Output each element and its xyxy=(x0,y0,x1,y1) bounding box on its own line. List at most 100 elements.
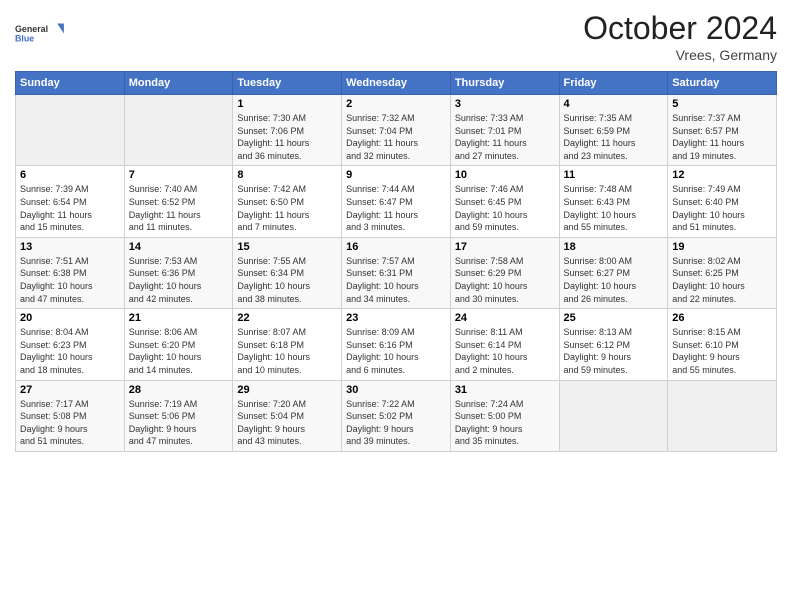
calendar-cell: 14Sunrise: 7:53 AM Sunset: 6:36 PM Dayli… xyxy=(124,237,233,308)
calendar-cell: 22 Sunrise: 8:07 AM Sunset: 6:18 PM Dayli… xyxy=(233,309,342,380)
day-number: 29 xyxy=(237,384,337,396)
day-header-monday: Monday xyxy=(124,72,233,95)
day-detail: Sunrise: 8:04 AM Sunset: 6:23 PM Dayligh… xyxy=(20,326,120,376)
calendar-cell: 13Sunrise: 7:51 AM Sunset: 6:38 PM Dayli… xyxy=(16,237,125,308)
day-detail: Sunrise: 8:15 AM Sunset: 6:10 PM Dayligh… xyxy=(672,326,772,376)
calendar-cell xyxy=(668,380,777,451)
location: Vrees, Germany xyxy=(583,47,777,63)
calendar-cell: 26 Sunrise: 8:15 AM Sunset: 6:10 PM Dayli… xyxy=(668,309,777,380)
day-number: 15 xyxy=(237,241,337,253)
day-detail: Sunrise: 7:48 AM Sunset: 6:43 PM Dayligh… xyxy=(564,183,664,233)
day-detail: Sunrise: 7:35 AM Sunset: 6:59 PM Dayligh… xyxy=(564,112,664,162)
day-number: 26 xyxy=(672,312,772,324)
day-number: 25 xyxy=(564,312,664,324)
svg-text:Blue: Blue xyxy=(15,33,34,43)
day-detail: Sunrise: 7:46 AM Sunset: 6:45 PM Dayligh… xyxy=(455,183,555,233)
calendar-table: SundayMondayTuesdayWednesdayThursdayFrid… xyxy=(15,71,777,452)
day-detail: Sunrise: 8:06 AM Sunset: 6:20 PM Dayligh… xyxy=(129,326,229,376)
day-detail: Sunrise: 8:09 AM Sunset: 6:16 PM Dayligh… xyxy=(346,326,446,376)
day-detail: Sunrise: 7:39 AM Sunset: 6:54 PM Dayligh… xyxy=(20,183,120,233)
day-detail: Sunrise: 7:37 AM Sunset: 6:57 PM Dayligh… xyxy=(672,112,772,162)
calendar-cell: 30 Sunrise: 7:22 AM Sunset: 5:02 PM Dayli… xyxy=(342,380,451,451)
day-detail: Sunrise: 8:13 AM Sunset: 6:12 PM Dayligh… xyxy=(564,326,664,376)
calendar-week-row: 20 Sunrise: 8:04 AM Sunset: 6:23 PM Dayli… xyxy=(16,309,777,380)
calendar-cell: 31 Sunrise: 7:24 AM Sunset: 5:00 PM Dayli… xyxy=(450,380,559,451)
day-detail: Sunrise: 7:30 AM Sunset: 7:06 PM Dayligh… xyxy=(237,112,337,162)
day-header-thursday: Thursday xyxy=(450,72,559,95)
day-number: 1 xyxy=(237,98,337,110)
day-detail: Sunrise: 7:49 AM Sunset: 6:40 PM Dayligh… xyxy=(672,183,772,233)
calendar-cell: 6 Sunrise: 7:39 AM Sunset: 6:54 PM Daylig… xyxy=(16,166,125,237)
day-detail: Sunrise: 7:55 AM Sunset: 6:34 PM Dayligh… xyxy=(237,255,337,305)
day-number: 18 xyxy=(564,241,664,253)
day-detail: Sunrise: 7:57 AM Sunset: 6:31 PM Dayligh… xyxy=(346,255,446,305)
day-number: 20 xyxy=(20,312,120,324)
day-number: 12 xyxy=(672,169,772,181)
day-detail: Sunrise: 7:20 AM Sunset: 5:04 PM Dayligh… xyxy=(237,398,337,448)
day-detail: Sunrise: 7:24 AM Sunset: 5:00 PM Dayligh… xyxy=(455,398,555,448)
day-number: 2 xyxy=(346,98,446,110)
day-header-sunday: Sunday xyxy=(16,72,125,95)
day-detail: Sunrise: 7:19 AM Sunset: 5:06 PM Dayligh… xyxy=(129,398,229,448)
day-header-wednesday: Wednesday xyxy=(342,72,451,95)
calendar-cell: 21Sunrise: 8:06 AM Sunset: 6:20 PM Dayli… xyxy=(124,309,233,380)
calendar-cell: 11 Sunrise: 7:48 AM Sunset: 6:43 PM Dayli… xyxy=(559,166,668,237)
day-number: 16 xyxy=(346,241,446,253)
day-number: 8 xyxy=(237,169,337,181)
day-detail: Sunrise: 7:53 AM Sunset: 6:36 PM Dayligh… xyxy=(129,255,229,305)
calendar-cell: 7 Sunrise: 7:40 AM Sunset: 6:52 PM Daylig… xyxy=(124,166,233,237)
day-number: 28 xyxy=(129,384,229,396)
calendar-week-row: 27Sunrise: 7:17 AM Sunset: 5:08 PM Dayli… xyxy=(16,380,777,451)
calendar-cell xyxy=(559,380,668,451)
logo: General Blue xyxy=(15,14,65,52)
calendar-cell: 29 Sunrise: 7:20 AM Sunset: 5:04 PM Dayli… xyxy=(233,380,342,451)
calendar-cell: 4Sunrise: 7:35 AM Sunset: 6:59 PM Daylig… xyxy=(559,95,668,166)
calendar-cell: 9 Sunrise: 7:44 AM Sunset: 6:47 PM Daylig… xyxy=(342,166,451,237)
day-detail: Sunrise: 7:44 AM Sunset: 6:47 PM Dayligh… xyxy=(346,183,446,233)
calendar-cell: 24Sunrise: 8:11 AM Sunset: 6:14 PM Dayli… xyxy=(450,309,559,380)
calendar-cell xyxy=(16,95,125,166)
calendar-week-row: 1 Sunrise: 7:30 AM Sunset: 7:06 PM Daylig… xyxy=(16,95,777,166)
calendar-cell: 5Sunrise: 7:37 AM Sunset: 6:57 PM Daylig… xyxy=(668,95,777,166)
day-detail: Sunrise: 7:32 AM Sunset: 7:04 PM Dayligh… xyxy=(346,112,446,162)
calendar-cell: 18Sunrise: 8:00 AM Sunset: 6:27 PM Dayli… xyxy=(559,237,668,308)
day-number: 11 xyxy=(564,169,664,181)
calendar-header-row: SundayMondayTuesdayWednesdayThursdayFrid… xyxy=(16,72,777,95)
calendar-cell: 15 Sunrise: 7:55 AM Sunset: 6:34 PM Dayli… xyxy=(233,237,342,308)
calendar-cell: 16 Sunrise: 7:57 AM Sunset: 6:31 PM Dayli… xyxy=(342,237,451,308)
day-detail: Sunrise: 7:58 AM Sunset: 6:29 PM Dayligh… xyxy=(455,255,555,305)
day-detail: Sunrise: 7:40 AM Sunset: 6:52 PM Dayligh… xyxy=(129,183,229,233)
calendar-cell: 12 Sunrise: 7:49 AM Sunset: 6:40 PM Dayli… xyxy=(668,166,777,237)
calendar-cell: 10 Sunrise: 7:46 AM Sunset: 6:45 PM Dayli… xyxy=(450,166,559,237)
calendar-cell: 27Sunrise: 7:17 AM Sunset: 5:08 PM Dayli… xyxy=(16,380,125,451)
day-number: 19 xyxy=(672,241,772,253)
calendar-cell: 3Sunrise: 7:33 AM Sunset: 7:01 PM Daylig… xyxy=(450,95,559,166)
day-number: 6 xyxy=(20,169,120,181)
day-number: 31 xyxy=(455,384,555,396)
day-detail: Sunrise: 7:42 AM Sunset: 6:50 PM Dayligh… xyxy=(237,183,337,233)
day-number: 7 xyxy=(129,169,229,181)
day-number: 13 xyxy=(20,241,120,253)
svg-text:General: General xyxy=(15,24,48,34)
day-number: 30 xyxy=(346,384,446,396)
calendar-cell: 2 Sunrise: 7:32 AM Sunset: 7:04 PM Daylig… xyxy=(342,95,451,166)
day-header-friday: Friday xyxy=(559,72,668,95)
calendar-cell: 25 Sunrise: 8:13 AM Sunset: 6:12 PM Dayli… xyxy=(559,309,668,380)
day-number: 17 xyxy=(455,241,555,253)
day-detail: Sunrise: 7:22 AM Sunset: 5:02 PM Dayligh… xyxy=(346,398,446,448)
calendar-cell: 20 Sunrise: 8:04 AM Sunset: 6:23 PM Dayli… xyxy=(16,309,125,380)
calendar-week-row: 6 Sunrise: 7:39 AM Sunset: 6:54 PM Daylig… xyxy=(16,166,777,237)
day-number: 24 xyxy=(455,312,555,324)
page-header: General Blue October 2024 Vrees, Germany xyxy=(15,10,777,63)
calendar-week-row: 13Sunrise: 7:51 AM Sunset: 6:38 PM Dayli… xyxy=(16,237,777,308)
calendar-cell: 1 Sunrise: 7:30 AM Sunset: 7:06 PM Daylig… xyxy=(233,95,342,166)
day-number: 23 xyxy=(346,312,446,324)
day-number: 10 xyxy=(455,169,555,181)
day-detail: Sunrise: 7:33 AM Sunset: 7:01 PM Dayligh… xyxy=(455,112,555,162)
calendar-cell: 28 Sunrise: 7:19 AM Sunset: 5:06 PM Dayli… xyxy=(124,380,233,451)
day-detail: Sunrise: 8:07 AM Sunset: 6:18 PM Dayligh… xyxy=(237,326,337,376)
day-number: 22 xyxy=(237,312,337,324)
calendar-cell xyxy=(124,95,233,166)
day-number: 9 xyxy=(346,169,446,181)
calendar-cell: 8 Sunrise: 7:42 AM Sunset: 6:50 PM Daylig… xyxy=(233,166,342,237)
